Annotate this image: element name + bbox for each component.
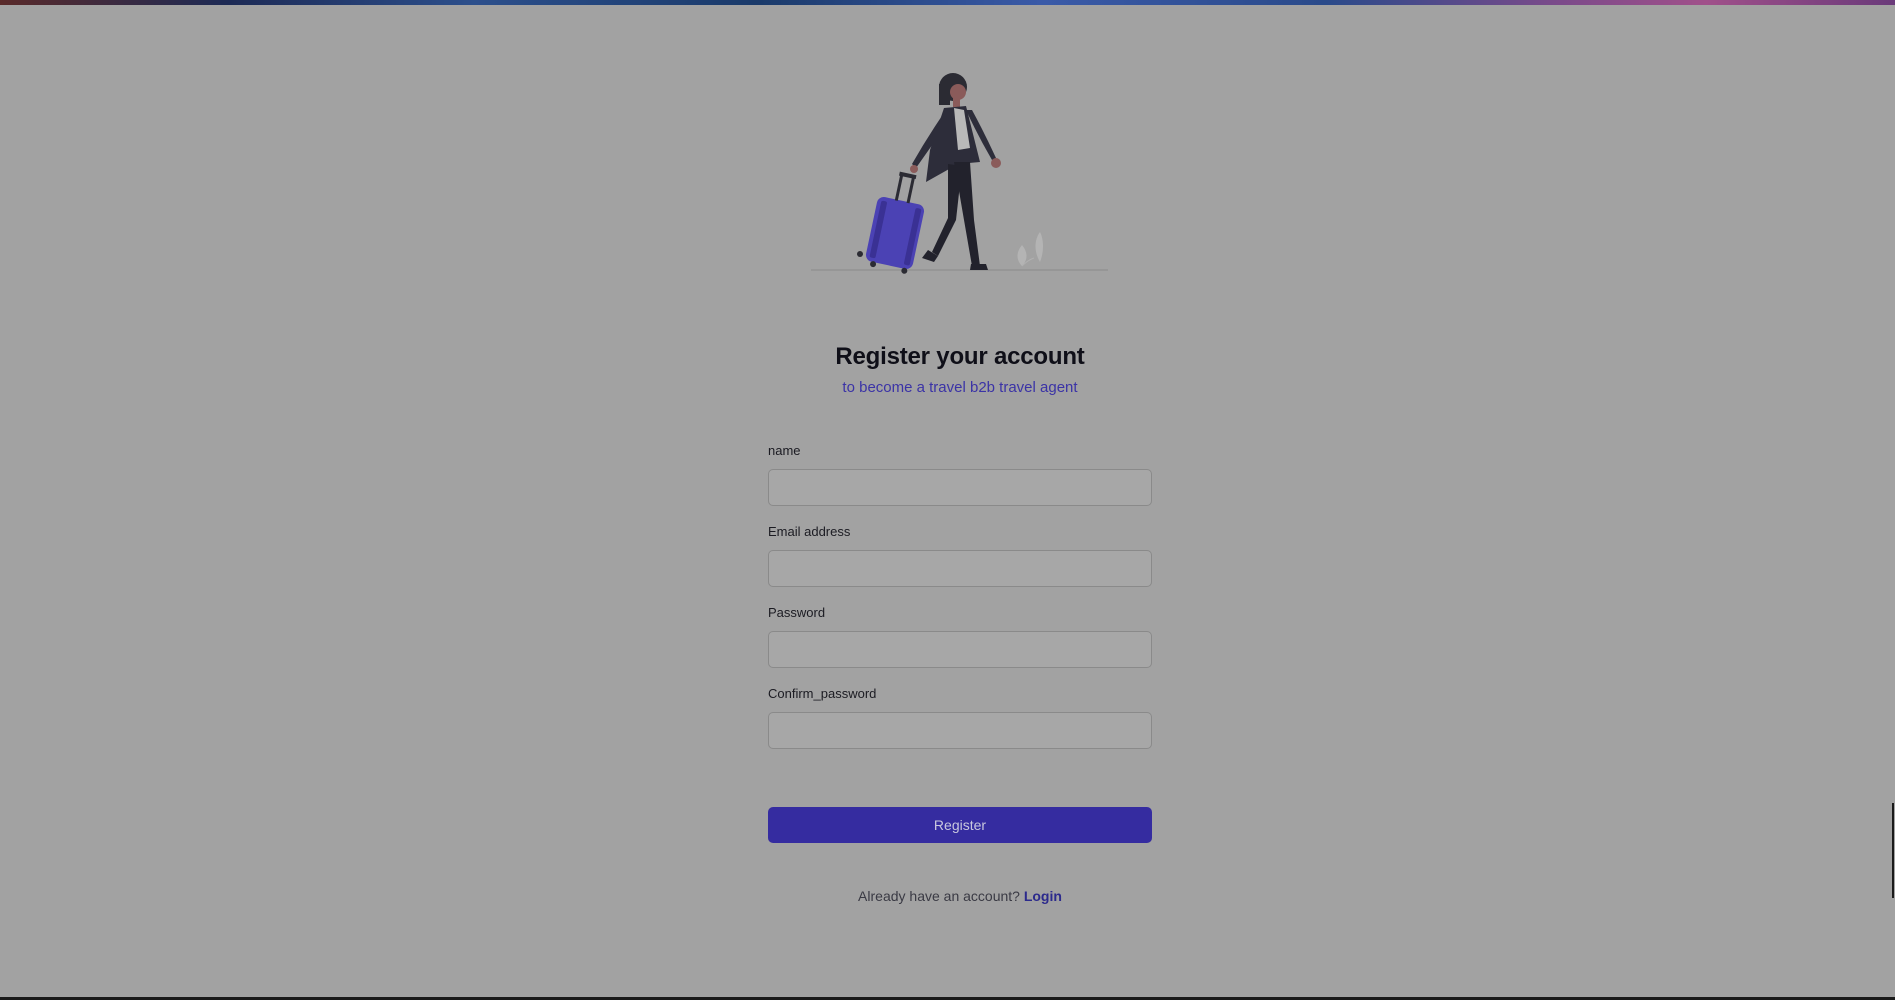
email-field-group: Email address xyxy=(768,524,1152,587)
email-label: Email address xyxy=(768,524,851,539)
login-link[interactable]: Login xyxy=(1024,888,1062,904)
name-input[interactable] xyxy=(768,469,1152,506)
login-prompt: Already have an account? Login xyxy=(0,888,1895,904)
register-button[interactable]: Register xyxy=(768,807,1152,843)
page-title: Register your account xyxy=(835,343,1085,370)
password-field-group: Password xyxy=(768,605,1152,668)
register-page: Register your account to become a travel… xyxy=(0,5,1895,997)
password-input[interactable] xyxy=(768,631,1152,668)
traveler-with-suitcase-illustration xyxy=(811,73,1108,274)
confirm-password-label: Confirm_password xyxy=(768,686,877,701)
password-label: Password xyxy=(768,605,826,620)
registration-form: name Email address Password Confirm_pass… xyxy=(768,443,1152,767)
confirm-password-field-group: Confirm_password xyxy=(768,686,1152,749)
confirm-password-input[interactable] xyxy=(768,712,1152,749)
page-subtitle: to become a travel b2b travel agent xyxy=(842,379,1078,396)
name-field-group: name xyxy=(768,443,1152,506)
email-input[interactable] xyxy=(768,550,1152,587)
name-label: name xyxy=(768,443,801,458)
login-prompt-text: Already have an account? xyxy=(858,888,1020,904)
